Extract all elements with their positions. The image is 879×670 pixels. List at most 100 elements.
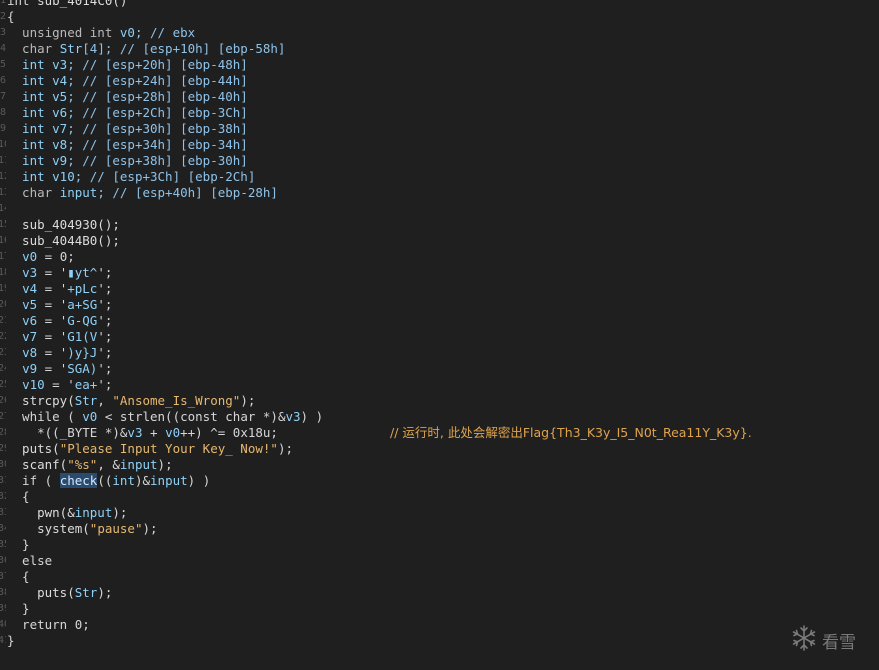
code-text[interactable]: v4 = '+pLc'; [7, 281, 112, 297]
code-line[interactable]: 30 scanf("%s", &input); [0, 457, 879, 473]
code-text[interactable]: int v4; // [esp+24h] [ebp-44h] [7, 73, 248, 89]
code-text[interactable]: puts("Please Input Your Key_ Now!"); [7, 441, 293, 457]
code-text[interactable]: v6 = 'G-QG'; [7, 313, 112, 329]
code-token[interactable]: Str [60, 41, 83, 56]
code-line[interactable]: 26 strcpy(Str, "Ansome_Is_Wrong"); [0, 393, 879, 409]
code-token[interactable]: puts( [7, 585, 75, 600]
code-line[interactable]: 35 } [0, 537, 879, 553]
code-token[interactable]: v10 [52, 169, 75, 184]
code-token[interactable]: v0 [82, 409, 97, 424]
code-line[interactable]: 36 else [0, 553, 879, 569]
code-token[interactable]: v0 [165, 425, 180, 440]
code-text[interactable]: else [7, 553, 52, 569]
code-text[interactable]: v10 = 'ea+'; [7, 377, 112, 393]
code-text[interactable]: sub_4044B0(); [7, 233, 120, 249]
code-text[interactable]: { [7, 489, 30, 505]
code-line[interactable]: 6 int v4; // [esp+24h] [ebp-44h] [0, 73, 879, 89]
code-line[interactable]: 21 v6 = 'G-QG'; [0, 313, 879, 329]
highlighted-identifier[interactable]: check [59, 473, 98, 488]
code-line[interactable]: 24 v9 = 'SGA)'; [0, 361, 879, 377]
code-line[interactable]: 17 v0 = 0; [0, 249, 879, 265]
code-text[interactable]: strcpy(Str, "Ansome_Is_Wrong"); [7, 393, 255, 409]
code-line[interactable]: 11 int v9; // [esp+38h] [ebp-30h] [0, 153, 879, 169]
code-token[interactable]: input [60, 185, 98, 200]
code-token[interactable]: Str [75, 393, 98, 408]
code-token[interactable]: Str [75, 585, 98, 600]
code-token[interactable]: v4 [22, 281, 37, 296]
code-line[interactable]: 19 v4 = '+pLc'; [0, 281, 879, 297]
code-text[interactable]: int v8; // [esp+34h] [ebp-34h] [7, 137, 248, 153]
code-line[interactable]: 28 *((_BYTE *)&v3 + v0++) ^= 0x18u; // 运行… [0, 425, 879, 441]
code-line[interactable]: 23 v8 = ')y}J'; [0, 345, 879, 361]
code-line[interactable]: 40 return 0; [0, 617, 879, 633]
code-line[interactable]: 10 int v8; // [esp+34h] [ebp-34h] [0, 137, 879, 153]
code-token[interactable]: input [150, 473, 188, 488]
code-token[interactable]: input [75, 505, 113, 520]
code-line[interactable]: 37 { [0, 569, 879, 585]
code-token[interactable]: v7 [22, 329, 37, 344]
code-token[interactable]: sub_4014C0() [37, 0, 127, 8]
code-text[interactable]: { [7, 569, 30, 585]
code-line[interactable]: 2{ [0, 9, 879, 25]
code-text[interactable]: *((_BYTE *)&v3 + v0++) ^= 0x18u; [7, 425, 278, 441]
code-line[interactable]: 12 int v10; // [esp+3Ch] [ebp-2Ch] [0, 169, 879, 185]
code-text[interactable]: scanf("%s", &input); [7, 457, 173, 473]
code-line[interactable]: 20 v5 = 'a+SG'; [0, 297, 879, 313]
code-token[interactable]: v8 [22, 345, 37, 360]
code-token[interactable]: scanf( [7, 457, 67, 472]
code-token[interactable]: v0 [120, 25, 135, 40]
code-token[interactable]: system( [7, 521, 90, 536]
code-line[interactable]: 22 v7 = 'G1(V'; [0, 329, 879, 345]
code-text[interactable]: unsigned int v0; // ebx [7, 25, 195, 41]
code-text[interactable]: v0 = 0; [7, 249, 75, 265]
code-token[interactable]: v5 [22, 297, 37, 312]
code-token[interactable]: v6 [52, 105, 67, 120]
code-token[interactable]: v6 [22, 313, 37, 328]
code-line[interactable]: 14 [0, 201, 879, 217]
code-line[interactable]: 18 v3 = '▮yt^'; [0, 265, 879, 281]
code-text[interactable]: while ( v0 < strlen((const char *)&v3) ) [7, 409, 323, 425]
code-line[interactable]: 33 pwn(&input); [0, 505, 879, 521]
code-text[interactable]: return 0; [7, 617, 90, 633]
code-text[interactable]: sub_404930(); [7, 217, 120, 233]
code-line[interactable]: 5 int v3; // [esp+20h] [ebp-48h] [0, 57, 879, 73]
code-token[interactable]: v10 [22, 377, 45, 392]
code-line[interactable]: 34 system("pause"); [0, 521, 879, 537]
code-token[interactable]: pwn(& [7, 505, 75, 520]
code-token[interactable]: v0 [22, 249, 37, 264]
code-text[interactable]: int v7; // [esp+30h] [ebp-38h] [7, 121, 248, 137]
code-text[interactable]: v8 = ')y}J'; [7, 345, 112, 361]
code-line[interactable]: 9 int v7; // [esp+30h] [ebp-38h] [0, 121, 879, 137]
code-line[interactable]: 32 { [0, 489, 879, 505]
code-token[interactable]: v4 [52, 73, 67, 88]
code-token[interactable]: v7 [52, 121, 67, 136]
code-line[interactable]: 4 char Str[4]; // [esp+10h] [ebp-58h] [0, 41, 879, 57]
code-line[interactable]: 25 v10 = 'ea+'; [0, 377, 879, 393]
code-line[interactable]: 27 while ( v0 < strlen((const char *)&v3… [0, 409, 879, 425]
code-token[interactable]: strcpy( [7, 393, 75, 408]
code-text[interactable]: int v6; // [esp+2Ch] [ebp-3Ch] [7, 105, 248, 121]
code-token[interactable]: v3 [22, 265, 37, 280]
code-line[interactable]: 39 } [0, 601, 879, 617]
code-token[interactable]: v5 [52, 89, 67, 104]
code-text[interactable]: int sub_4014C0() [7, 0, 127, 9]
code-text[interactable]: int v3; // [esp+20h] [ebp-48h] [7, 57, 248, 73]
code-token[interactable]: v9 [52, 153, 67, 168]
code-text[interactable]: v7 = 'G1(V'; [7, 329, 112, 345]
code-text[interactable]: } [7, 601, 30, 617]
code-token[interactable]: puts( [7, 441, 60, 456]
code-text[interactable]: system("pause"); [7, 521, 157, 537]
code-text[interactable]: int v5; // [esp+28h] [ebp-40h] [7, 89, 248, 105]
code-text[interactable]: char input; // [esp+40h] [ebp-28h] [7, 185, 278, 201]
code-token[interactable]: input [120, 457, 158, 472]
code-token[interactable]: v3 [52, 57, 67, 72]
code-line[interactable]: 7 int v5; // [esp+28h] [ebp-40h] [0, 89, 879, 105]
code-line[interactable]: 1 int sub_4014C0() [0, 0, 879, 9]
code-text[interactable]: pwn(&input); [7, 505, 127, 521]
code-text[interactable]: char Str[4]; // [esp+10h] [ebp-58h] [7, 41, 285, 57]
code-line[interactable]: 15 sub_404930(); [0, 217, 879, 233]
code-text[interactable]: } [7, 537, 30, 553]
code-line[interactable]: 31 if ( check((int)&input) ) [0, 473, 879, 489]
code-token[interactable]: v8 [52, 137, 67, 152]
pseudocode-view[interactable]: 1 int sub_4014C0() 2{3 unsigned int v0; //… [0, 0, 879, 649]
